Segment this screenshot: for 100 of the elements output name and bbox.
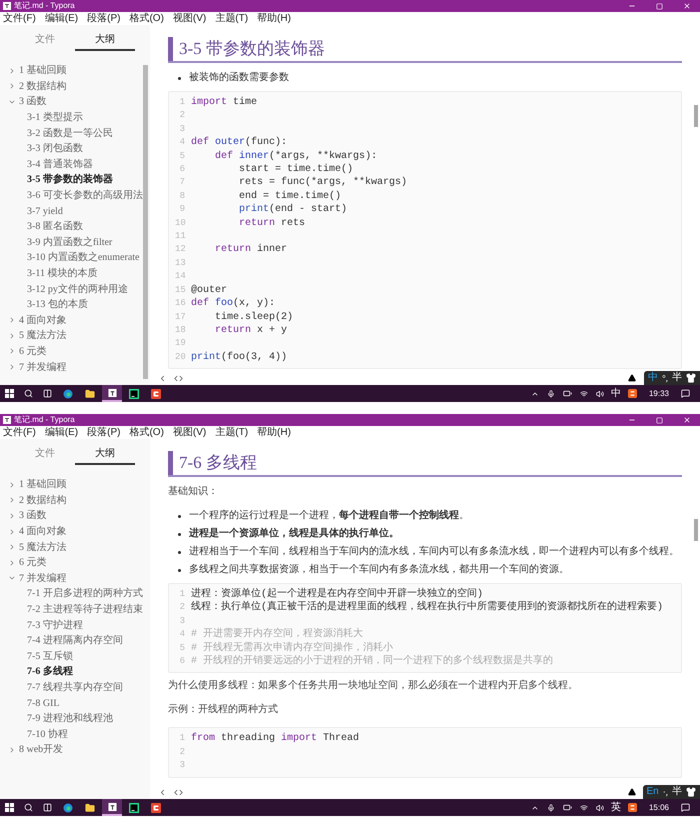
outline-item[interactable]: 3-2 函数是一等公民 [0, 125, 150, 141]
search-icon[interactable] [24, 389, 33, 398]
warning-icon[interactable] [628, 374, 636, 382]
outline-item[interactable]: 7-5 互斥锁 [0, 648, 150, 664]
chevron-right-icon[interactable] [8, 332, 16, 340]
outline-item[interactable]: 7-10 协程 [0, 726, 150, 742]
close-icon[interactable] [683, 416, 691, 424]
chevron-right-icon[interactable] [8, 363, 16, 372]
outline-item[interactable]: 7 并发编程 [0, 359, 150, 375]
shirt-icon[interactable] [686, 787, 696, 797]
microphone-icon[interactable] [546, 804, 555, 812]
menu-item[interactable]: 文件(F) [3, 426, 36, 438]
taskbar-app[interactable] [102, 385, 122, 402]
task-view-icon[interactable] [43, 389, 52, 398]
close-icon[interactable] [683, 2, 691, 10]
ime-punctuation[interactable]: °, [662, 372, 668, 384]
chevron-right-icon[interactable] [8, 82, 16, 90]
volume-icon[interactable] [596, 390, 604, 398]
scrollbar-thumb[interactable] [694, 105, 698, 127]
input-method-icon[interactable] [628, 389, 637, 398]
chevron-right-icon[interactable] [8, 543, 16, 552]
start-icon[interactable] [5, 803, 14, 812]
ime-punctuation[interactable]: ·, [662, 786, 668, 798]
outline-item[interactable]: 1 基础回顾 [0, 63, 150, 79]
chevron-right-icon[interactable] [8, 496, 16, 504]
input-language[interactable]: 中 [610, 388, 621, 400]
task-view-icon[interactable] [43, 803, 52, 812]
outline-item[interactable]: 5 魔法方法 [0, 328, 150, 344]
menu-item[interactable]: 帮助(H) [257, 12, 291, 24]
menu-item[interactable]: 段落(P) [87, 426, 120, 438]
outline-item[interactable]: 6 元类 [0, 344, 150, 360]
chevron-right-icon[interactable] [8, 66, 16, 75]
input-method-icon[interactable] [628, 803, 637, 812]
clock[interactable]: 19:33 [648, 388, 669, 400]
sidebar-tab[interactable]: 文件 [15, 29, 75, 51]
wifi-icon[interactable] [580, 804, 588, 812]
microphone-icon[interactable] [546, 390, 555, 398]
outline-item[interactable]: 3-13 包的本质 [0, 296, 150, 312]
menu-item[interactable]: 编辑(E) [44, 426, 78, 438]
menu-item[interactable]: 视图(V) [172, 12, 206, 24]
outline-item[interactable]: 3-5 带参数的装饰器 [0, 172, 150, 188]
battery-icon[interactable] [562, 389, 572, 398]
outline-item[interactable]: 8 web开发 [0, 742, 150, 758]
chevron-right-icon[interactable] [8, 316, 16, 324]
ime-width[interactable]: 半 [672, 786, 682, 798]
battery-icon[interactable] [562, 803, 572, 812]
outline-item[interactable]: 4 面向对象 [0, 524, 150, 540]
ime-mode[interactable]: 中 [648, 372, 658, 384]
wifi-icon[interactable] [580, 390, 588, 398]
outline-item[interactable]: 7-1 开启多进程的两种方式 [0, 586, 150, 602]
outline-item[interactable]: 5 魔法方法 [0, 539, 150, 555]
outline-item[interactable]: 3-12 py文件的两种用途 [0, 281, 150, 297]
outline-item[interactable]: 3 函数 [0, 94, 150, 110]
menu-item[interactable]: 文件(F) [3, 12, 36, 24]
chevron-right-icon[interactable] [8, 512, 16, 520]
outline-item[interactable]: 6 元类 [0, 554, 150, 571]
menu-item[interactable]: 编辑(E) [44, 12, 78, 24]
outline-item[interactable]: 2 数据结构 [0, 78, 150, 94]
chevron-right-icon[interactable] [8, 558, 16, 567]
outline-item[interactable]: 7-9 进程池和线程池 [0, 710, 150, 726]
sidebar-tab[interactable]: 文件 [15, 443, 75, 465]
maximize-icon[interactable] [656, 2, 663, 10]
outline-item[interactable]: 3-9 内置函数之filter [0, 234, 150, 250]
outline-item[interactable]: 2 数据结构 [0, 492, 150, 508]
menu-item[interactable]: 帮助(H) [257, 426, 291, 438]
scrollbar-thumb[interactable] [143, 65, 148, 379]
outline-item[interactable]: 7-6 多线程 [0, 664, 150, 680]
outline-item[interactable]: 7 并发编程 [0, 570, 150, 586]
source-code-icon[interactable] [174, 374, 183, 383]
outline-item[interactable]: 3-4 普通装饰器 [0, 156, 150, 172]
outline-item[interactable]: 3-6 可变长参数的高级用法 [0, 188, 150, 204]
warning-icon[interactable] [628, 788, 636, 796]
outline-item[interactable]: 7-7 线程共享内存空间 [0, 680, 150, 696]
outline-item[interactable]: 4 面向对象 [0, 312, 150, 328]
chevron-right-icon[interactable] [8, 347, 16, 356]
sidebar-tab[interactable]: 大纲 [75, 443, 135, 465]
outline-item[interactable]: 7-8 GIL [0, 695, 150, 711]
menu-item[interactable]: 主题(T) [215, 12, 248, 24]
start-icon[interactable] [5, 389, 14, 398]
menu-item[interactable]: 格式(O) [129, 12, 164, 24]
ime-mode[interactable]: En [646, 786, 659, 798]
outline-item[interactable]: 7-2 主进程等待子进程结束 [0, 602, 150, 618]
outline-item[interactable]: 3-1 类型提示 [0, 110, 150, 126]
menu-item[interactable]: 主题(T) [215, 426, 248, 438]
outline-item[interactable]: 3-10 内置函数之enumerate [0, 250, 150, 266]
outline-item[interactable]: 3-8 匿名函数 [0, 218, 150, 235]
outline-item[interactable]: 3 函数 [0, 508, 150, 524]
sidebar-tab[interactable]: 大纲 [75, 29, 135, 51]
outline-item[interactable]: 3-3 闭包函数 [0, 140, 150, 157]
menu-item[interactable]: 格式(O) [129, 426, 164, 438]
ime-width[interactable]: 半 [672, 372, 682, 384]
maximize-icon[interactable] [656, 416, 663, 424]
volume-icon[interactable] [596, 804, 604, 812]
scrollbar-thumb[interactable] [694, 519, 698, 541]
outline-item[interactable]: 7-4 进程隔离内存空间 [0, 632, 150, 649]
notification-icon[interactable] [681, 803, 690, 812]
menu-item[interactable]: 视图(V) [172, 426, 206, 438]
source-code-icon[interactable] [174, 788, 183, 797]
outline-item[interactable]: 7-3 守护进程 [0, 617, 150, 633]
search-icon[interactable] [24, 803, 33, 812]
